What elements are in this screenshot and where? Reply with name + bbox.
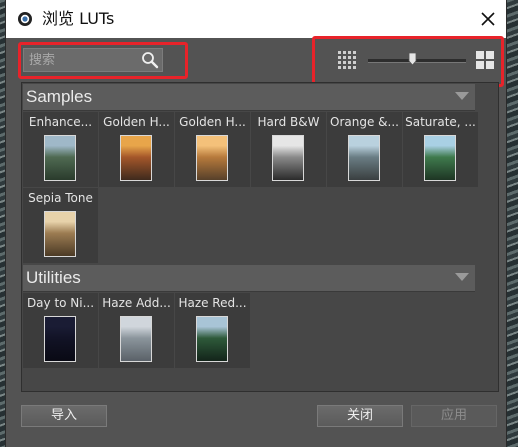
- close-button[interactable]: 关闭: [317, 405, 403, 427]
- lut-preview-thumbnail: [196, 316, 228, 362]
- lut-tile[interactable]: Saturate, ...: [403, 112, 478, 187]
- lut-browser-panel: Samples Enhance... Golden H... Golden H...…: [21, 82, 499, 392]
- lut-preview-thumbnail: [44, 211, 76, 257]
- lut-tile[interactable]: Haze Add...: [99, 293, 174, 368]
- apply-button[interactable]: 应用: [411, 405, 497, 427]
- section-title-utilities: Utilities: [26, 268, 81, 287]
- lut-tile-label: Hard B&W: [257, 115, 320, 129]
- lut-tile-label: Enhance...: [28, 115, 93, 129]
- collapse-icon[interactable]: [455, 273, 469, 282]
- collapse-icon[interactable]: [455, 92, 469, 101]
- section-title-samples: Samples: [26, 87, 93, 106]
- lut-preview-thumbnail: [272, 135, 304, 181]
- lut-preview-thumbnail: [120, 135, 152, 181]
- lut-tile[interactable]: Sepia Tone: [23, 188, 98, 263]
- lut-tile[interactable]: Orange &...: [327, 112, 402, 187]
- lut-tile-label: Golden H...: [103, 115, 170, 129]
- lut-tile[interactable]: Golden H...: [175, 112, 250, 187]
- lut-tile-label: Saturate, ...: [405, 115, 476, 129]
- import-button[interactable]: 导入: [21, 405, 107, 427]
- lut-preview-thumbnail: [120, 316, 152, 362]
- lut-preview-thumbnail: [196, 135, 228, 181]
- app-logo-icon: [18, 12, 32, 26]
- search-highlight-box: [18, 42, 188, 79]
- lut-tile[interactable]: Enhance...: [23, 112, 98, 187]
- lut-tile-label: Day to Ni...: [26, 296, 95, 310]
- lut-tile[interactable]: Hard B&W: [251, 112, 326, 187]
- lut-tile-label: Haze Red...: [178, 296, 247, 310]
- window-title: 浏览 LUTs: [42, 9, 115, 28]
- close-icon[interactable]: [478, 9, 498, 29]
- lut-tile[interactable]: Golden H...: [99, 112, 174, 187]
- lut-tile[interactable]: Haze Red...: [175, 293, 250, 368]
- view-controls-highlight-box: [312, 36, 504, 87]
- lut-preview-thumbnail: [44, 316, 76, 362]
- browse-luts-dialog: 浏览 LUTs Samples Enhance... Golden H... Gol…: [6, 0, 506, 447]
- lut-preview-thumbnail: [424, 135, 456, 181]
- lut-tile[interactable]: Day to Ni...: [23, 293, 98, 368]
- desktop-background-right: [506, 0, 518, 447]
- lut-preview-thumbnail: [44, 135, 76, 181]
- lut-tile-label: Haze Add...: [102, 296, 171, 310]
- lut-preview-thumbnail: [348, 135, 380, 181]
- lut-tile-label: Sepia Tone: [28, 191, 93, 205]
- lut-tile-label: Golden H...: [179, 115, 246, 129]
- section-header-samples[interactable]: Samples: [23, 84, 475, 111]
- section-header-utilities[interactable]: Utilities: [23, 265, 475, 292]
- title-bar: 浏览 LUTs: [6, 0, 506, 38]
- lut-tile-label: Orange &...: [330, 115, 399, 129]
